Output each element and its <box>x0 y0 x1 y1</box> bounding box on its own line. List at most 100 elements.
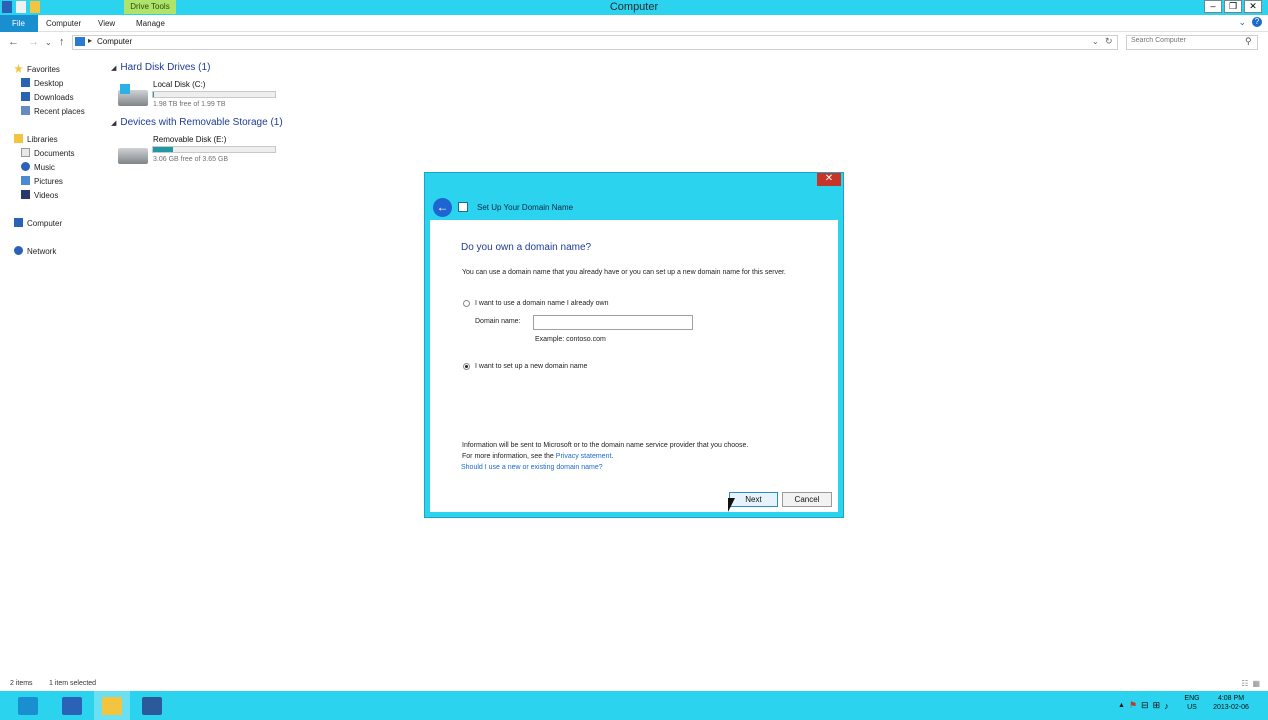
tab-manage[interactable]: Manage <box>136 15 165 32</box>
computer-icon <box>75 37 85 46</box>
privacy-statement-link[interactable]: Privacy statement <box>556 453 612 460</box>
network-icon <box>14 246 23 255</box>
desktop-icon <box>21 78 30 87</box>
dialog-heading: Do you own a domain name? <box>461 242 592 253</box>
up-button[interactable]: ↑ <box>59 36 65 48</box>
local-disk-usage-bar <box>152 91 276 98</box>
tab-file[interactable]: File <box>0 15 38 32</box>
next-button[interactable]: Next <box>729 492 778 507</box>
help-icon[interactable]: ? <box>1252 17 1262 27</box>
show-hidden-icons-icon[interactable]: ▲ <box>1118 702 1125 709</box>
domain-name-input[interactable] <box>533 315 693 330</box>
breadcrumb-separator-icon[interactable]: ▸ <box>88 36 92 45</box>
help-link[interactable]: Should I use a new or existing domain na… <box>461 464 603 471</box>
nav-pictures[interactable]: Pictures <box>21 176 63 186</box>
title-bar: Drive Tools Computer – ❐ ✕ <box>0 0 1268 15</box>
taskbar: ▲ ⚑ ⊟ ⊞ ♪ <box>0 691 1268 720</box>
forward-button[interactable]: → <box>28 36 39 48</box>
action-center-icon[interactable]: ⚑ <box>1129 700 1137 711</box>
address-bar[interactable] <box>72 35 1118 50</box>
view-toggles: ☷ ▦ <box>1241 679 1260 688</box>
removable-disk-usage-bar <box>152 146 276 153</box>
taskbar-file-explorer[interactable] <box>94 691 130 720</box>
dialog-close-button[interactable]: ✕ <box>817 173 841 186</box>
dialog-info-text: Information will be sent to Microsoft or… <box>462 440 822 462</box>
system-tray: ▲ ⚑ ⊟ ⊞ ♪ <box>1118 691 1169 720</box>
downloads-icon <box>21 92 30 101</box>
start-button[interactable] <box>10 691 46 720</box>
details-view-icon[interactable]: ☷ <box>1241 679 1248 688</box>
status-item-count: 2 items <box>10 680 33 687</box>
nav-documents[interactable]: Documents <box>21 148 74 158</box>
ribbon-tabs: File Computer View Manage ⌄ ? <box>0 15 1268 32</box>
nav-computer[interactable]: Computer <box>14 218 62 228</box>
breadcrumb-computer[interactable]: Computer <box>97 37 132 46</box>
pictures-icon <box>21 176 30 185</box>
removable-disk-free-space: 3.06 GB free of 3.65 GB <box>153 156 229 163</box>
address-dropdown-icon[interactable]: ⌄ <box>1092 37 1099 46</box>
ribbon-right-controls: ⌄ ? <box>1238 17 1262 28</box>
info-line-2: For more information, see the Privacy st… <box>462 453 614 460</box>
info-line-1: Information will be sent to Microsoft or… <box>462 442 749 449</box>
taskbar-server-manager[interactable] <box>54 691 90 720</box>
minimize-button[interactable]: – <box>1204 0 1222 13</box>
domain-example-text: Example: contoso.com <box>535 336 606 343</box>
library-icon <box>14 134 23 143</box>
star-icon <box>14 64 23 73</box>
tab-computer[interactable]: Computer <box>46 15 81 32</box>
refresh-icon[interactable]: ↻ <box>1105 36 1113 47</box>
clock[interactable]: 4:08 PM 2013-02-06 <box>1206 694 1256 712</box>
nav-desktop[interactable]: Desktop <box>21 78 63 88</box>
close-button[interactable]: ✕ <box>1244 0 1262 13</box>
windows-logo-icon <box>120 84 130 94</box>
documents-icon <box>21 148 30 157</box>
radio-new-domain[interactable] <box>463 363 470 370</box>
local-disk-usage-fill <box>153 92 154 97</box>
group-removable-storage[interactable]: ◢ Devices with Removable Storage (1) <box>111 117 283 128</box>
window-controls: – ❐ ✕ <box>1204 0 1262 13</box>
nav-network[interactable]: Network <box>14 246 56 256</box>
group-hard-disk-drives[interactable]: ◢ Hard Disk Drives (1) <box>111 62 210 73</box>
dialog-title: Set Up Your Domain Name <box>477 203 574 212</box>
domain-name-label: Domain name: <box>475 318 521 325</box>
radio-existing-domain[interactable] <box>463 300 470 307</box>
recent-locations-chevron-icon[interactable]: ⌄ <box>45 38 52 47</box>
status-bar: 2 items 1 item selected ☷ ▦ <box>0 676 1268 691</box>
volume-icon[interactable]: ♪ <box>1164 701 1169 711</box>
search-input[interactable] <box>1131 37 1241 44</box>
collapse-group-icon[interactable]: ◢ <box>111 65 116 72</box>
tab-view[interactable]: View <box>98 15 115 32</box>
cancel-button[interactable]: Cancel <box>782 492 832 507</box>
input-language[interactable]: ENG US <box>1181 694 1203 712</box>
large-icons-view-icon[interactable]: ▦ <box>1252 679 1260 688</box>
label-new-domain[interactable]: I want to set up a new domain name <box>475 363 587 370</box>
server-manager-icon <box>62 696 82 715</box>
videos-icon <box>21 190 30 199</box>
nav-downloads[interactable]: Downloads <box>21 92 74 102</box>
label-existing-domain[interactable]: I want to use a domain name I already ow… <box>475 300 608 307</box>
removable-disk-drive-icon[interactable] <box>118 148 148 164</box>
dialog-back-button[interactable]: ← <box>433 198 452 217</box>
nav-favorites[interactable]: Favorites <box>14 64 60 74</box>
dashboard-icon <box>142 696 162 715</box>
music-icon <box>21 162 30 171</box>
network-tray-icon[interactable]: ⊟ <box>1141 700 1149 711</box>
restore-button[interactable]: ❐ <box>1224 0 1242 13</box>
removable-device-tray-icon[interactable]: ⊞ <box>1153 700 1161 711</box>
back-button[interactable]: ← <box>8 36 19 48</box>
nav-recent-places[interactable]: Recent places <box>21 106 85 116</box>
expand-ribbon-chevron-icon[interactable]: ⌄ <box>1238 17 1246 28</box>
nav-libraries[interactable]: Libraries <box>14 134 58 144</box>
file-explorer-icon <box>102 696 122 715</box>
nav-music[interactable]: Music <box>21 162 55 172</box>
collapse-group-icon[interactable]: ◢ <box>111 120 116 127</box>
local-disk-name[interactable]: Local Disk (C:) <box>153 80 205 89</box>
nav-videos[interactable]: Videos <box>21 190 58 200</box>
dialog-intro-text: You can use a domain name that you alrea… <box>462 269 786 276</box>
windows-start-icon <box>18 696 38 715</box>
status-selected-count: 1 item selected <box>49 680 97 687</box>
search-icon[interactable]: ⚲ <box>1245 36 1252 47</box>
removable-disk-name[interactable]: Removable Disk (E:) <box>153 135 226 144</box>
taskbar-dashboard[interactable] <box>134 691 170 720</box>
local-disk-free-space: 1.98 TB free of 1.99 TB <box>153 101 226 108</box>
